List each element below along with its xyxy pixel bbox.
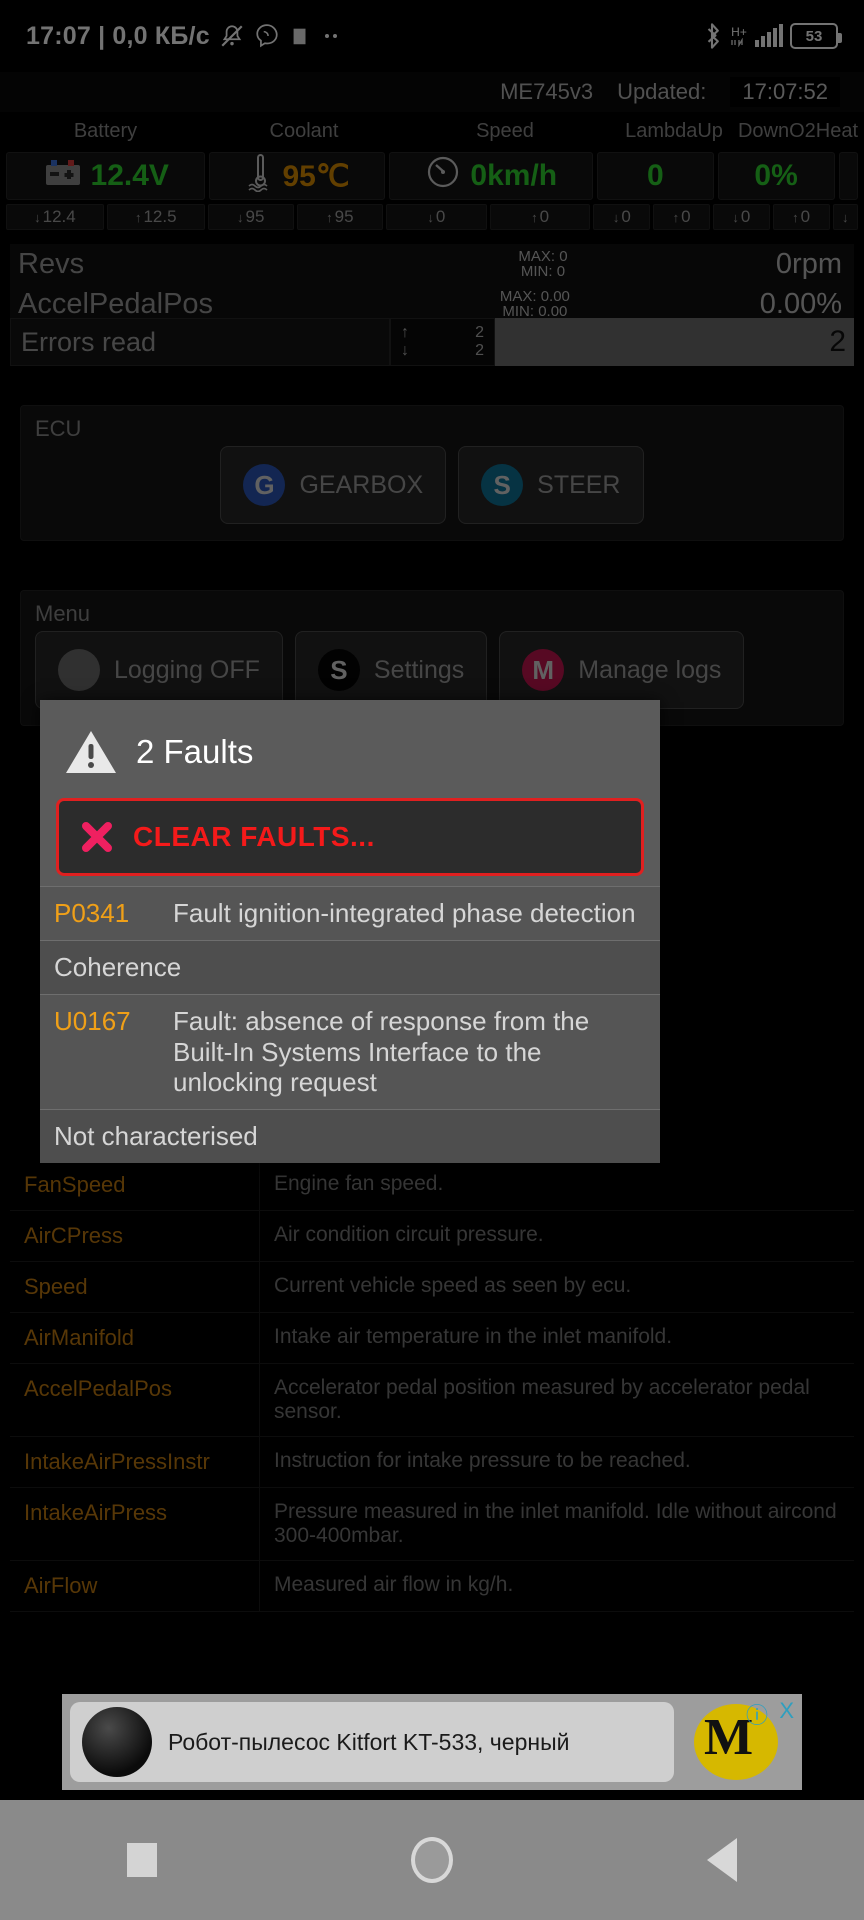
faults-dialog: 2 Faults CLEAR FAULTS... P0341 Fault ign… <box>40 700 660 1164</box>
ad-logo: M ⓘ X <box>682 1694 802 1790</box>
close-icon[interactable]: X <box>779 1698 794 1724</box>
red-x-icon <box>79 819 115 855</box>
fault-code: U0167 <box>54 1006 131 1036</box>
fault-description: Coherence <box>54 952 182 982</box>
fault-item[interactable]: P0341 Fault ignition-integrated phase de… <box>40 886 660 940</box>
ad-card[interactable]: Робот-пылесос Kitfort KT-533, черный <box>70 1702 674 1782</box>
fault-code: P0341 <box>54 898 130 928</box>
ad-banner[interactable]: Робот-пылесос Kitfort KT-533, черный M ⓘ… <box>62 1694 802 1790</box>
ad-title: Робот-пылесос Kitfort KT-533, черный <box>168 1728 570 1755</box>
fault-description: Fault: absence of response from the Buil… <box>173 1006 590 1098</box>
info-icon[interactable]: ⓘ <box>746 1698 768 1730</box>
square-recents-icon[interactable] <box>127 1843 157 1877</box>
fault-item[interactable]: U0167 Fault: absence of response from th… <box>40 994 660 1110</box>
android-nav-bar <box>0 1800 864 1920</box>
robot-vacuum-image <box>82 1707 152 1777</box>
circle-home-icon[interactable] <box>411 1837 453 1883</box>
fault-item[interactable]: Not characterised <box>40 1109 660 1164</box>
fault-item[interactable]: Coherence <box>40 940 660 994</box>
warning-triangle-icon <box>64 728 118 776</box>
clear-faults-label: CLEAR FAULTS... <box>133 821 375 852</box>
faults-dialog-header: 2 Faults <box>40 700 660 786</box>
triangle-back-icon[interactable] <box>707 1838 737 1882</box>
clear-faults-button[interactable]: CLEAR FAULTS... <box>56 798 644 876</box>
faults-dialog-title: 2 Faults <box>136 733 254 770</box>
android-screen: 17:07 | 0,0 КБ/c H+ 53 <box>0 0 864 1920</box>
fault-description: Fault ignition-integrated phase detectio… <box>173 898 636 928</box>
fault-description: Not characterised <box>54 1121 258 1152</box>
